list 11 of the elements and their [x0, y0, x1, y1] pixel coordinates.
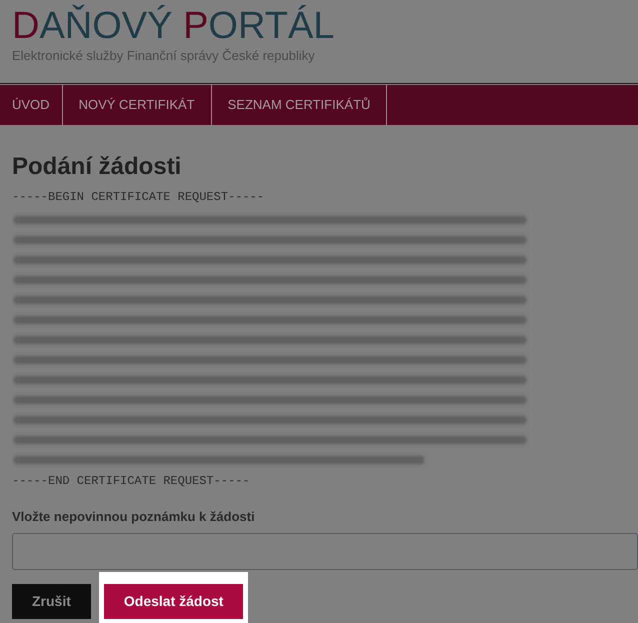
note-input[interactable]	[12, 532, 638, 570]
certificate-end-line: -----END CERTIFICATE REQUEST-----	[12, 473, 250, 489]
portal-title: DAŇOVÝ PORTÁL	[12, 4, 334, 48]
nav-item[interactable]: ÚVOD	[0, 85, 63, 125]
nav-item[interactable]: SEZNAM CERTIFIKÁTŮ	[212, 85, 388, 125]
submit-button[interactable]: Odeslat žádost	[104, 584, 244, 618]
note-label: Vložte nepovinnou poznámku k žádosti	[12, 508, 255, 526]
page-heading: Podání žádosti	[12, 152, 182, 182]
cancel-button[interactable]: Zrušit	[12, 584, 91, 618]
certificate-begin-line: -----BEGIN CERTIFICATE REQUEST-----	[12, 189, 264, 205]
nav-item[interactable]: NOVÝ CERTIFIKÁT	[62, 85, 212, 125]
